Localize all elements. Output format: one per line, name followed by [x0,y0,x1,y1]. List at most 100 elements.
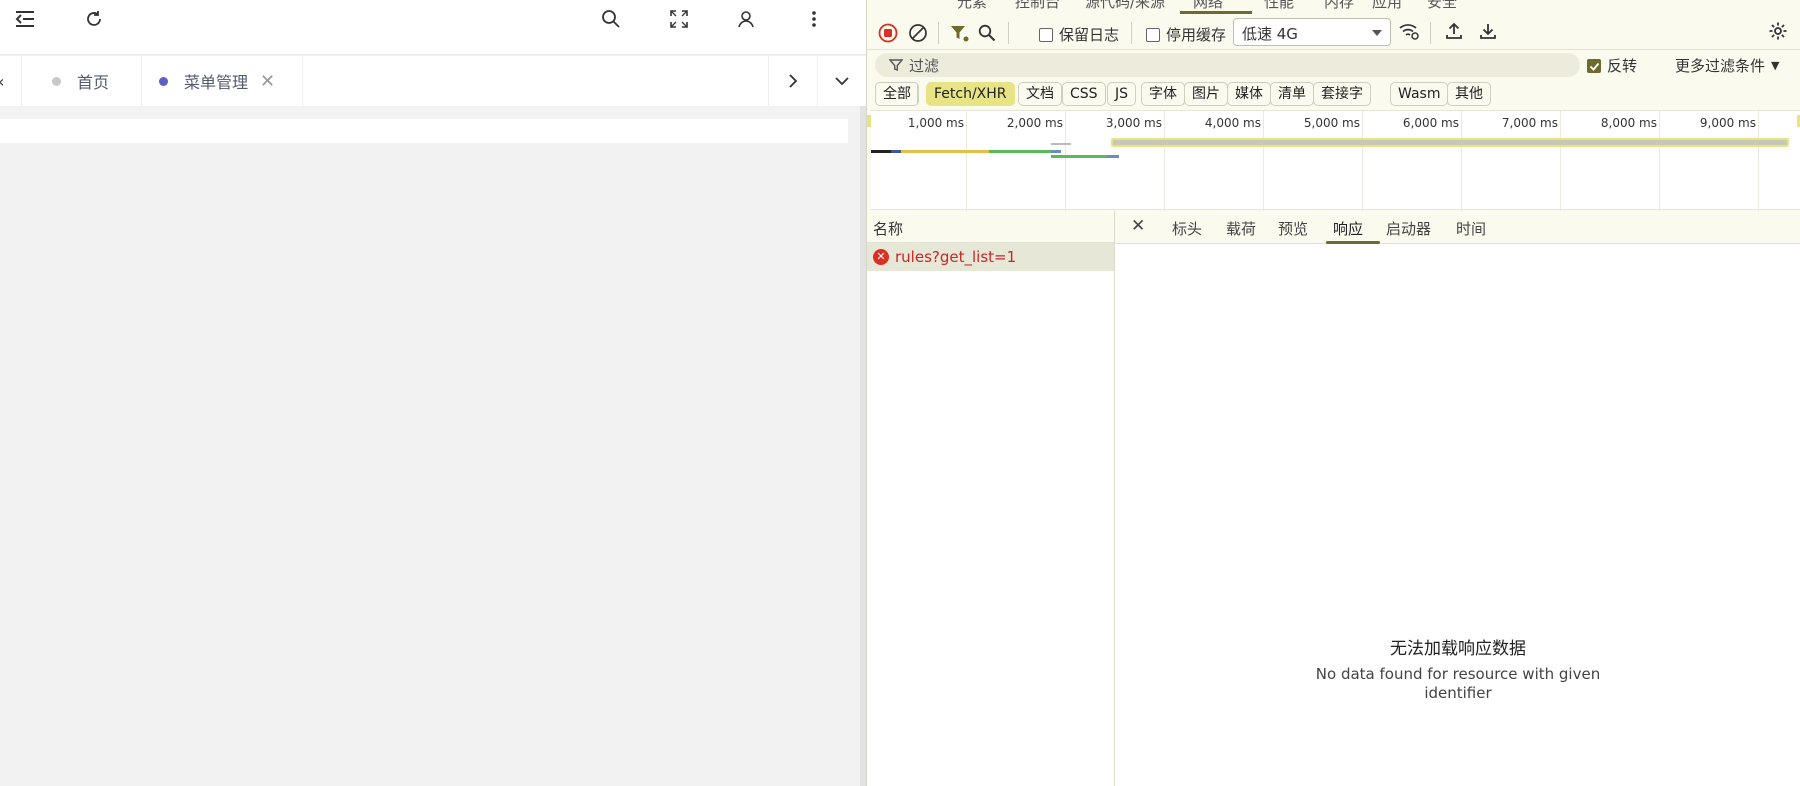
panel-tab[interactable]: 应用 [1372,0,1402,12]
close-icon[interactable]: ✕ [1131,216,1145,236]
chip-doc[interactable]: 文档 [1018,82,1062,106]
timeline-left-handle[interactable] [867,115,871,127]
app-header [0,0,866,55]
panel-tab[interactable]: 元素 [957,0,987,12]
throttling-value: 低速 4G [1242,25,1298,43]
page-tabs: ‹ 首页 菜单管理 ✕ [0,56,866,106]
preserve-log-label: 保留日志 [1059,26,1120,44]
checkbox-box[interactable] [1146,27,1160,42]
grid-line [966,111,967,211]
disable-cache-checkbox[interactable]: 停用缓存 [1146,24,1226,45]
grid-line [1065,111,1066,211]
timeline-bar [901,150,989,153]
chip-manifest[interactable]: 清单 [1270,82,1314,106]
panel-tab[interactable]: 内存 [1324,0,1354,12]
refresh-icon[interactable] [82,7,106,31]
tab-timing[interactable]: 时间 [1456,218,1486,239]
chip-other[interactable]: 其他 [1447,82,1491,106]
search-icon[interactable] [599,7,623,31]
tabs-dropdown-button[interactable] [818,56,866,106]
chip-img[interactable]: 图片 [1184,82,1228,106]
timeline-bar [1051,155,1107,158]
separator [917,84,918,104]
timeline-tick: 9,000 ms [1699,116,1756,130]
tab-home[interactable]: 首页 [22,56,142,106]
fullscreen-icon[interactable] [667,7,691,31]
request-name: rules?get_list=1 [895,248,1017,266]
timeline-bar [1107,155,1119,158]
panel-tab[interactable]: 源代码/来源 [1085,0,1165,12]
error-icon: ✕ [873,249,889,265]
more-filters-dropdown[interactable]: 更多过滤条件 ▼ [1675,55,1779,76]
chevron-down-icon [1372,30,1382,36]
chip-media[interactable]: 媒体 [1227,82,1271,106]
tab-headers[interactable]: 标头 [1172,218,1202,239]
name-column-header[interactable]: 名称 [867,211,1114,243]
timeline-tick: 2,000 ms [1006,116,1063,130]
timeline-selection[interactable] [1111,138,1789,147]
user-icon[interactable] [734,7,758,31]
devtools-panel: 元素 控制台 源代码/来源 网络 性能 内存 应用 安全 保留日志 停用缓存 低… [866,0,1800,786]
chip-wasm[interactable]: Wasm [1390,82,1449,106]
filter-input[interactable]: 过滤 [875,53,1580,77]
tabs-scroll-left-button[interactable]: ‹ [0,56,22,106]
invert-checkbox[interactable]: 反转 [1587,55,1637,76]
more-vertical-icon[interactable] [802,7,826,31]
separator [1008,22,1009,44]
filter-icon[interactable] [948,22,970,44]
empty-description: identifier [1424,684,1492,702]
download-icon[interactable] [1477,20,1499,42]
chip-all[interactable]: 全部 [875,82,919,106]
caret-down-icon: ▼ [1771,59,1780,72]
invert-label: 反转 [1607,57,1638,75]
clear-icon[interactable] [907,22,929,44]
tabs-scroll-right-button[interactable] [768,56,818,106]
throttling-select[interactable]: 低速 4G [1233,18,1391,46]
detail-tabs: ✕ 标头 载荷 预览 响应 启动器 时间 [1115,211,1800,244]
selected-tab-underline [1326,241,1380,244]
timeline-bar [871,150,891,153]
panel-tab[interactable]: 性能 [1264,0,1294,12]
checkbox-checked[interactable] [1587,58,1601,73]
network-conditions-icon[interactable] [1398,20,1420,42]
timeline-tick: 4,000 ms [1204,116,1261,130]
chevron-down-icon [835,77,849,86]
tab-payload[interactable]: 载荷 [1226,218,1256,239]
stop-recording-icon[interactable] [877,22,899,44]
tab-response[interactable]: 响应 [1333,218,1363,239]
filter-bar: 过滤 反转 更多过滤条件 ▼ [867,50,1800,80]
request-detail: ✕ 标头 载荷 预览 响应 启动器 时间 无法加载响应数据 No data fo… [1115,211,1800,786]
chip-socket[interactable]: 套接字 [1313,82,1371,106]
upload-icon[interactable] [1443,20,1465,42]
chip-css[interactable]: CSS [1062,82,1106,106]
separator [938,22,939,44]
checkbox-box[interactable] [1039,27,1053,42]
grid-line [1560,111,1561,211]
timeline-bar [1051,143,1071,145]
search-icon[interactable] [976,22,998,44]
tab-initiator[interactable]: 启动器 [1386,218,1431,239]
panel-tab[interactable]: 安全 [1427,0,1457,12]
chip-fetch-xhr[interactable]: Fetch/XHR [926,82,1015,106]
timeline-bar [989,150,1051,153]
tab-preview[interactable]: 预览 [1278,218,1308,239]
resource-type-filters: 全部 Fetch/XHR 文档 CSS JS 字体 图片 媒体 清单 套接字 W… [867,82,1800,110]
menu-collapse-icon[interactable] [13,7,37,31]
chip-font[interactable]: 字体 [1141,82,1185,106]
timeline-bar [891,150,901,153]
filter-placeholder: 过滤 [909,57,940,75]
empty-response-message: 无法加载响应数据 No data found for resource with… [1115,634,1800,703]
request-row[interactable]: ✕ rules?get_list=1 [867,243,1114,271]
preserve-log-checkbox[interactable]: 保留日志 [1039,24,1119,45]
timeline-tick: 1,000 ms [907,116,964,130]
settings-gear-icon[interactable] [1767,20,1789,42]
chip-js[interactable]: JS [1107,82,1137,106]
timeline-tick: 5,000 ms [1303,116,1360,130]
grid-line [1461,111,1462,211]
request-list: 名称 ✕ rules?get_list=1 [867,211,1115,786]
close-icon[interactable]: ✕ [260,71,275,92]
network-overview-timeline[interactable]: 1,000 ms 2,000 ms 3,000 ms 4,000 ms 5,00… [867,110,1800,211]
grid-line [1362,111,1363,211]
panel-tab[interactable]: 控制台 [1015,0,1060,12]
tab-menu-management[interactable]: 菜单管理 ✕ [142,56,303,106]
